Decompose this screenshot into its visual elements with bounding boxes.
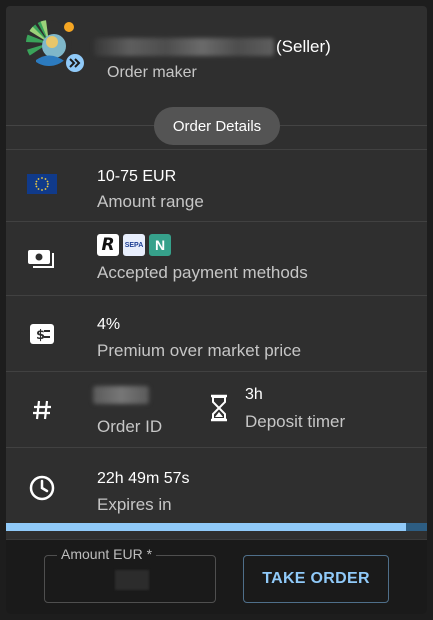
premium-value: 4% — [97, 316, 121, 333]
order-id-value-blurred — [93, 386, 149, 404]
maker-avatar[interactable] — [26, 20, 86, 74]
deposit-timer-value: 3h — [245, 386, 263, 403]
maker-role-label: Order maker — [107, 64, 197, 81]
sepa-icon: SEPA — [123, 234, 145, 256]
expires-row: 22h 49m 57s Expires in — [6, 447, 427, 524]
maker-nickname-row: (Seller) — [94, 36, 331, 58]
eu-flag-icon — [26, 168, 58, 200]
hash-icon — [26, 394, 58, 426]
premium-label: Premium over market price — [97, 341, 302, 360]
deposit-timer-label: Deposit timer — [245, 412, 346, 431]
take-order-footer: Amount EUR * TAKE ORDER — [6, 539, 427, 614]
payment-methods-row: R SEPA N Accepted payment methods — [6, 221, 427, 296]
double-chevron-icon — [64, 52, 86, 74]
expires-value: 22h 49m 57s — [97, 470, 190, 487]
amount-eur-value-blurred — [115, 570, 149, 590]
order-id-deposit-row: Order ID 3h Deposit timer — [6, 371, 427, 448]
order-details-panel: (Seller) Order maker Order Details 10-75… — [6, 6, 427, 614]
amount-range-value: 10-75 EUR — [97, 168, 177, 185]
clock-icon — [26, 472, 58, 504]
payment-method-icons: R SEPA N — [97, 234, 171, 256]
revolut-icon: R — [97, 234, 119, 256]
cash-icon — [26, 242, 58, 274]
amount-range-label: Amount range — [97, 192, 204, 211]
hourglass-icon — [209, 394, 229, 427]
svg-text:$: $ — [36, 328, 45, 343]
expiry-progress-bar — [6, 523, 427, 531]
order-id-label: Order ID — [97, 417, 163, 436]
payment-methods-label: Accepted payment methods — [97, 263, 308, 282]
expiry-progress-fill — [6, 523, 406, 531]
order-details-chip: Order Details — [154, 107, 280, 145]
seller-tag: (Seller) — [276, 37, 331, 56]
amount-eur-label: Amount EUR * — [57, 546, 157, 562]
premium-row: $ 4% Premium over market price — [6, 295, 427, 372]
take-order-button[interactable]: TAKE ORDER — [243, 555, 389, 603]
n26-icon: N — [149, 234, 171, 256]
price-tag-icon: $ — [26, 318, 58, 350]
expires-label: Expires in — [97, 495, 172, 514]
online-status-dot — [64, 22, 74, 32]
amount-eur-input[interactable]: Amount EUR * — [44, 546, 216, 603]
amount-range-row: 10-75 EUR Amount range — [6, 149, 427, 222]
maker-nickname-blurred — [94, 38, 274, 56]
